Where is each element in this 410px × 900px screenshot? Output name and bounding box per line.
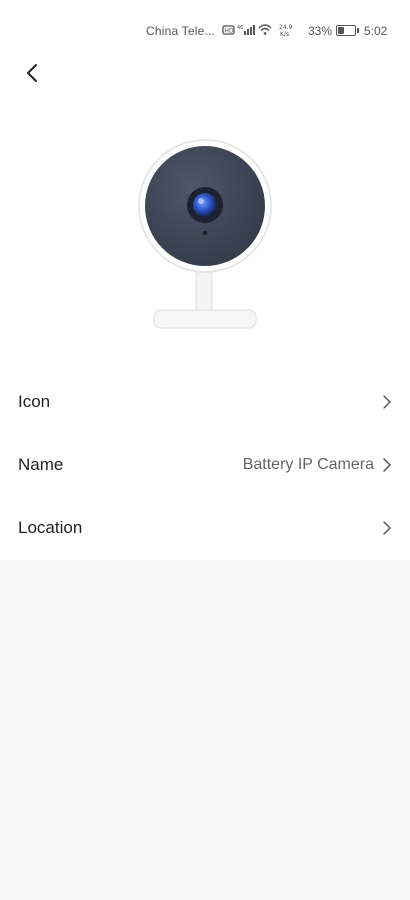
settings-row-location[interactable]: Location	[0, 496, 410, 559]
settings-row-icon[interactable]: Icon	[0, 370, 410, 433]
back-button[interactable]	[18, 58, 48, 88]
battery-percent: 33%	[308, 24, 333, 38]
row-label: Icon	[18, 391, 51, 411]
svg-text:24.9: 24.9	[279, 24, 293, 31]
svg-text:HD: HD	[225, 28, 235, 35]
chevron-right-icon	[383, 394, 391, 409]
settings-row-name[interactable]: Name Battery IP Camera	[0, 433, 410, 496]
device-name-value: Battery IP Camera	[242, 455, 374, 473]
carrier-name: China Tele...	[146, 24, 216, 38]
status-bar: China Tele... HD 46 24.9 K/s 33% 5:02	[0, 0, 410, 62]
ip-camera-icon	[138, 139, 272, 329]
row-label: Name	[18, 454, 64, 474]
clock: 5:02	[364, 24, 388, 38]
settings-list: Icon Name Battery IP Camera Location	[0, 370, 410, 559]
chevron-right-icon	[383, 520, 391, 535]
svg-text:K/s: K/s	[280, 31, 289, 38]
chevron-left-icon	[27, 64, 37, 82]
device-image	[130, 136, 280, 336]
row-label: Location	[18, 517, 83, 537]
signal-wifi-icon: HD 46 24.9 K/s	[222, 24, 293, 38]
chevron-right-icon	[383, 457, 391, 472]
battery-icon	[336, 25, 359, 36]
svg-text:46: 46	[237, 25, 243, 31]
